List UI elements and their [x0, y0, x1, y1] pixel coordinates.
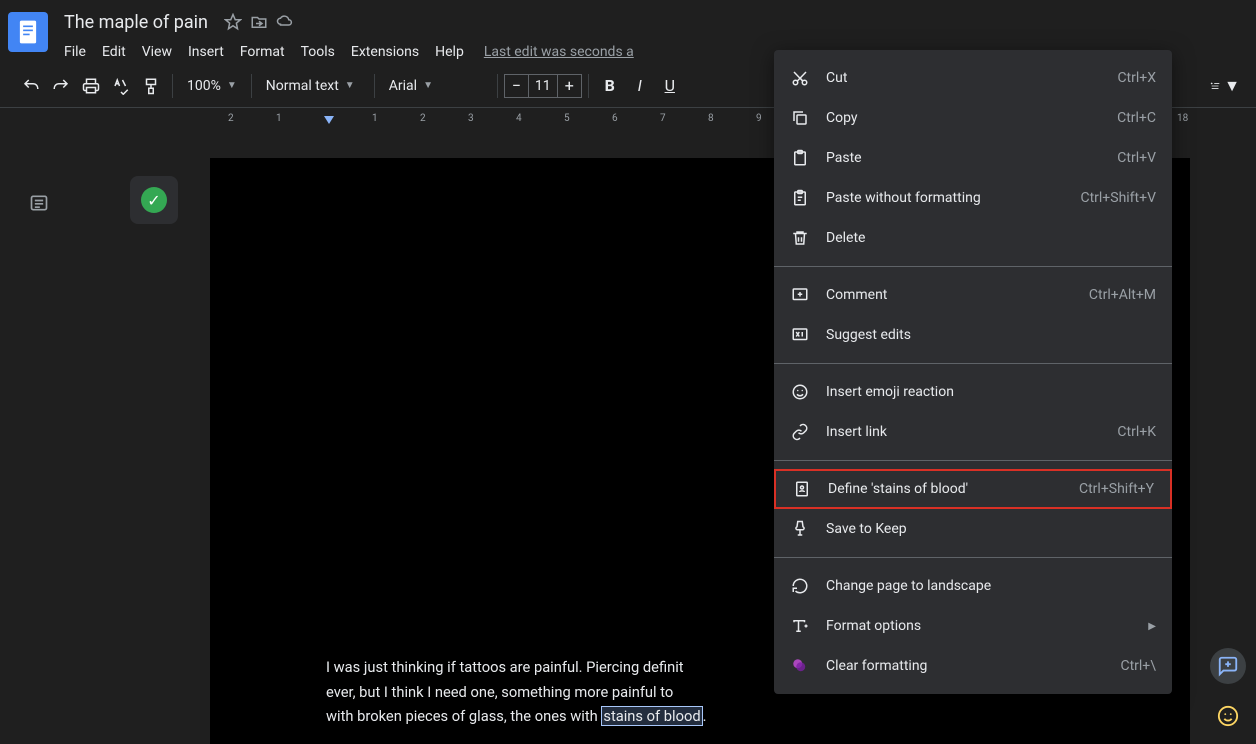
menu-separator: [774, 363, 1172, 364]
menu-insert[interactable]: Insert: [180, 40, 232, 64]
paste-icon: [790, 148, 810, 168]
clear-icon: [790, 656, 810, 676]
selected-text[interactable]: stains of blood: [601, 706, 702, 726]
menu-item-label: Paste without formatting: [826, 190, 1080, 206]
menu-item-format[interactable]: Format options▶: [774, 606, 1172, 646]
paragraph-style-select[interactable]: Normal text▼: [258, 74, 368, 98]
menu-help[interactable]: Help: [427, 40, 472, 64]
indent-marker-icon[interactable]: [324, 116, 334, 124]
paint-format-button[interactable]: [136, 71, 166, 101]
editing-mode-button[interactable]: ▼: [1210, 71, 1240, 101]
menu-item-clear[interactable]: Clear formattingCtrl+\: [774, 646, 1172, 686]
menu-view[interactable]: View: [134, 40, 180, 64]
separator: [172, 74, 173, 98]
paste-plain-icon: [790, 188, 810, 208]
menu-item-rotate[interactable]: Change page to landscape: [774, 566, 1172, 606]
star-icon[interactable]: [224, 13, 242, 31]
menu-item-label: Paste: [826, 150, 1117, 166]
menu-item-paste-plain[interactable]: Paste without formattingCtrl+Shift+V: [774, 178, 1172, 218]
comment-icon: [790, 285, 810, 305]
menu-item-shortcut: Ctrl+Shift+V: [1080, 190, 1156, 206]
menu-item-copy[interactable]: CopyCtrl+C: [774, 98, 1172, 138]
bold-button[interactable]: B: [595, 71, 625, 101]
separator: [497, 74, 498, 98]
menu-separator: [774, 557, 1172, 558]
move-icon[interactable]: [250, 13, 268, 31]
menu-item-paste[interactable]: PasteCtrl+V: [774, 138, 1172, 178]
menu-edit[interactable]: Edit: [94, 40, 134, 64]
keep-icon: [790, 519, 810, 539]
menu-item-label: Define 'stains of blood': [828, 481, 1079, 497]
copy-icon: [790, 108, 810, 128]
menu-file[interactable]: File: [56, 40, 94, 64]
spellcheck-button[interactable]: [106, 71, 136, 101]
menu-item-keep[interactable]: Save to Keep: [774, 509, 1172, 549]
menu-item-shortcut: Ctrl+\: [1120, 658, 1156, 674]
menu-item-label: Format options: [826, 618, 1148, 634]
menu-item-shortcut: Ctrl+V: [1117, 150, 1156, 166]
define-icon: [792, 479, 812, 499]
menu-item-label: Cut: [826, 70, 1117, 86]
cut-icon: [790, 68, 810, 88]
decrease-font-button[interactable]: −: [504, 74, 528, 98]
menu-item-label: Change page to landscape: [826, 578, 1156, 594]
zoom-select[interactable]: 100%▼: [179, 74, 245, 98]
cloud-status-icon[interactable]: [276, 13, 294, 31]
undo-button[interactable]: [16, 71, 46, 101]
menu-item-label: Suggest edits: [826, 327, 1156, 343]
menu-format[interactable]: Format: [232, 40, 293, 64]
underline-button[interactable]: U: [655, 71, 685, 101]
suggestion-accepted-badge[interactable]: ✓: [130, 176, 178, 224]
menu-item-shortcut: Ctrl+Alt+M: [1089, 287, 1156, 303]
format-icon: [790, 616, 810, 636]
emoji-icon: [790, 382, 810, 402]
delete-icon: [790, 228, 810, 248]
menu-item-label: Copy: [826, 110, 1117, 126]
menu-item-label: Insert link: [826, 424, 1117, 440]
menu-item-define[interactable]: Define 'stains of blood'Ctrl+Shift+Y: [774, 469, 1172, 509]
italic-button[interactable]: I: [625, 71, 655, 101]
outline-toggle-button[interactable]: [24, 188, 54, 218]
menu-item-comment[interactable]: CommentCtrl+Alt+M: [774, 275, 1172, 315]
menu-item-shortcut: Ctrl+C: [1117, 110, 1156, 126]
menu-item-shortcut: Ctrl+Shift+Y: [1079, 481, 1154, 497]
menu-item-label: Insert emoji reaction: [826, 384, 1156, 400]
add-comment-button[interactable]: [1210, 648, 1246, 684]
increase-font-button[interactable]: +: [558, 74, 582, 98]
menu-item-delete[interactable]: Delete: [774, 218, 1172, 258]
check-icon: ✓: [141, 187, 167, 213]
suggest-icon: [790, 325, 810, 345]
menu-item-label: Save to Keep: [826, 521, 1156, 537]
emoji-reaction-button[interactable]: [1210, 698, 1246, 734]
context-menu: CutCtrl+XCopyCtrl+CPasteCtrl+VPaste with…: [774, 50, 1172, 694]
submenu-arrow-icon: ▶: [1148, 621, 1156, 632]
link-icon: [790, 422, 810, 442]
menu-item-link[interactable]: Insert linkCtrl+K: [774, 412, 1172, 452]
font-size-stepper: − +: [504, 74, 582, 98]
menu-separator: [774, 460, 1172, 461]
menu-tools[interactable]: Tools: [293, 40, 343, 64]
menu-extensions[interactable]: Extensions: [343, 40, 427, 64]
menu-separator: [774, 266, 1172, 267]
font-size-input[interactable]: [528, 74, 558, 98]
redo-button[interactable]: [46, 71, 76, 101]
separator: [251, 74, 252, 98]
menu-item-shortcut: Ctrl+X: [1117, 70, 1156, 86]
menu-item-label: Clear formatting: [826, 658, 1120, 674]
menu-item-cut[interactable]: CutCtrl+X: [774, 58, 1172, 98]
docs-logo-icon[interactable]: [8, 12, 48, 52]
menu-item-shortcut: Ctrl+K: [1117, 424, 1156, 440]
menu-item-emoji[interactable]: Insert emoji reaction: [774, 372, 1172, 412]
separator: [588, 74, 589, 98]
rotate-icon: [790, 576, 810, 596]
separator: [374, 74, 375, 98]
menu-item-label: Comment: [826, 287, 1089, 303]
menu-item-label: Delete: [826, 230, 1156, 246]
last-edit-link[interactable]: Last edit was seconds a: [484, 44, 634, 60]
menu-item-suggest[interactable]: Suggest edits: [774, 315, 1172, 355]
document-title[interactable]: The maple of pain: [56, 10, 216, 35]
font-select[interactable]: Arial▼: [381, 74, 491, 98]
print-button[interactable]: [76, 71, 106, 101]
